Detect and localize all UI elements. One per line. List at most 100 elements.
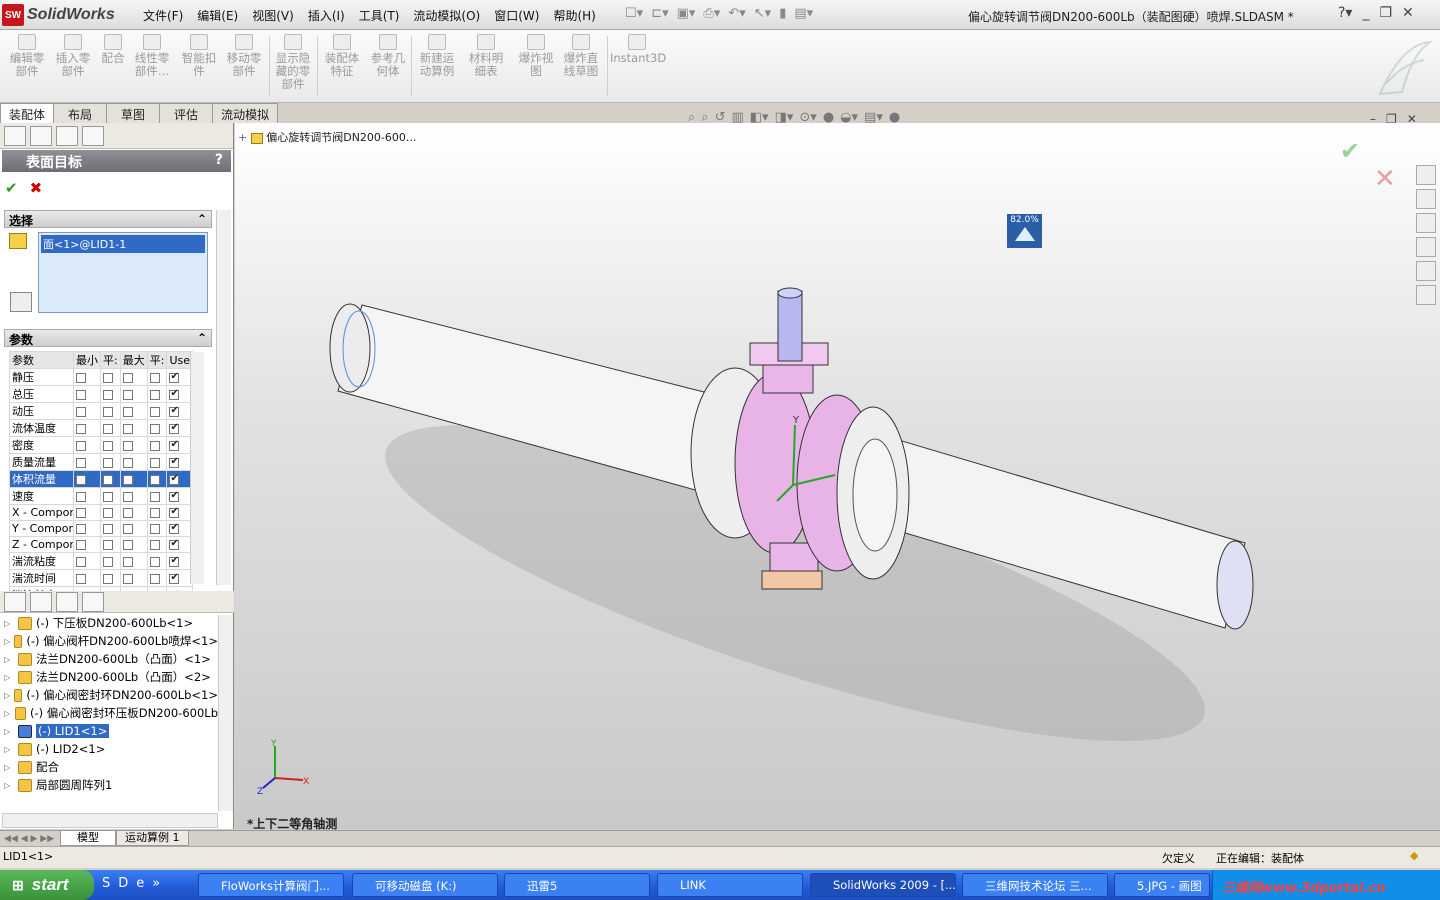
appearance-icon[interactable]: ● bbox=[823, 110, 834, 125]
feature-manager-icon[interactable] bbox=[4, 591, 26, 612]
menu-file[interactable]: 文件(F) bbox=[136, 7, 190, 24]
save-icon[interactable]: ▣▾ bbox=[677, 6, 696, 21]
menu-edit[interactable]: 编辑(E) bbox=[190, 7, 245, 24]
open-icon[interactable]: ⊏▾ bbox=[651, 6, 668, 21]
param-use-checkbox[interactable] bbox=[169, 456, 180, 468]
param-row[interactable]: 动压 bbox=[9, 402, 193, 420]
tab-motion-study[interactable]: 运动算例 1 bbox=[116, 831, 189, 846]
param-checkbox[interactable] bbox=[103, 406, 113, 417]
param-row[interactable]: 湍流时间 bbox=[9, 569, 193, 587]
taskbar-item[interactable]: 三维网技术论坛 三... bbox=[962, 873, 1108, 897]
param-use-checkbox[interactable] bbox=[169, 555, 180, 567]
param-checkbox[interactable] bbox=[149, 524, 160, 534]
param-checkbox[interactable] bbox=[76, 573, 86, 584]
appearances-icon[interactable] bbox=[1416, 261, 1436, 281]
param-checkbox[interactable] bbox=[103, 491, 113, 502]
param-checkbox[interactable] bbox=[76, 423, 86, 434]
cmd-explode-line-sketch[interactable]: 爆炸直 线草图 bbox=[558, 34, 604, 78]
previous-view-icon[interactable]: ↺ bbox=[715, 110, 726, 125]
valve-model[interactable]: Y bbox=[235, 123, 1440, 829]
confirm-corner-cancel-icon[interactable]: ✕ bbox=[1374, 164, 1396, 194]
cmd-edit-component[interactable]: 编辑零 部件 bbox=[4, 34, 50, 78]
param-row[interactable]: 流体温度 bbox=[9, 419, 193, 437]
expand-icon[interactable]: ▷ bbox=[4, 691, 10, 700]
selection-list[interactable]: 面<1>@LID1-1 bbox=[38, 232, 208, 313]
tree-item[interactable]: ▷ (-) 偏心阀密封环DN200-600Lb<1> bbox=[4, 686, 218, 704]
tab-flow-simulation[interactable]: 流动模拟 bbox=[212, 103, 279, 123]
param-checkbox[interactable] bbox=[103, 474, 113, 485]
param-row[interactable]: 体积流量 bbox=[9, 470, 193, 488]
param-checkbox[interactable] bbox=[122, 440, 133, 451]
explorer-launch-icon[interactable]: D bbox=[118, 876, 128, 891]
viewport-restore-icon[interactable]: ❐ bbox=[1386, 112, 1397, 126]
param-checkbox[interactable] bbox=[76, 372, 86, 383]
param-checkbox[interactable] bbox=[76, 524, 86, 534]
minimize-icon[interactable]: _ bbox=[1362, 5, 1369, 21]
param-checkbox[interactable] bbox=[103, 372, 113, 383]
param-checkbox[interactable] bbox=[103, 524, 113, 534]
help-icon[interactable]: ?▾ bbox=[1338, 5, 1352, 21]
taskbar-item[interactable]: 可移动磁盘 (K:) bbox=[352, 873, 498, 897]
param-use-checkbox[interactable] bbox=[169, 439, 180, 451]
param-checkbox[interactable] bbox=[103, 573, 113, 584]
zoom-area-icon[interactable]: ⌕ bbox=[701, 110, 708, 125]
tab-layout[interactable]: 布局 bbox=[53, 103, 108, 123]
cmd-assembly-feature[interactable]: 装配体 特征 bbox=[319, 34, 365, 78]
expand-icon[interactable]: ▷ bbox=[4, 655, 14, 664]
param-checkbox[interactable] bbox=[149, 474, 160, 485]
param-checkbox[interactable] bbox=[149, 508, 160, 518]
feature-manager-icon[interactable] bbox=[4, 125, 26, 146]
hide-show-icon[interactable]: ⊙▾ bbox=[799, 110, 816, 125]
selection-item[interactable]: 面<1>@LID1-1 bbox=[41, 235, 205, 253]
param-checkbox[interactable] bbox=[122, 423, 133, 434]
tree-item[interactable]: ▷ (-) 偏心阀杆DN200-600Lb喷焊<1> bbox=[4, 632, 218, 650]
param-checkbox[interactable] bbox=[122, 372, 133, 383]
tree-item[interactable]: ▷ (-) LID1<1> bbox=[4, 722, 218, 740]
param-use-checkbox[interactable] bbox=[169, 422, 180, 434]
zoom-to-fit-icon[interactable]: ⌕ bbox=[688, 110, 695, 125]
undo-icon[interactable]: ↶▾ bbox=[728, 6, 745, 21]
param-row[interactable]: 速度 bbox=[9, 487, 193, 505]
app-logo[interactable]: SW SolidWorks bbox=[2, 3, 115, 27]
param-checkbox[interactable] bbox=[103, 540, 113, 550]
collapse-icon[interactable]: ⌃ bbox=[197, 331, 207, 345]
param-row[interactable]: 湍流粘度 bbox=[9, 552, 193, 570]
expand-icon[interactable]: ▷ bbox=[4, 745, 14, 754]
param-checkbox[interactable] bbox=[76, 474, 86, 485]
cmd-linear-pattern[interactable]: 线性零 部件… bbox=[129, 34, 175, 78]
cancel-button[interactable]: ✖ bbox=[30, 179, 43, 197]
param-checkbox[interactable] bbox=[149, 406, 160, 417]
param-checkbox[interactable] bbox=[76, 389, 86, 400]
taskbar-item-active[interactable]: SolidWorks 2009 - [... bbox=[810, 873, 956, 897]
taskbar-item[interactable]: 5.JPG - 画图 bbox=[1114, 873, 1210, 897]
expand-icon[interactable]: ▷ bbox=[4, 763, 14, 772]
tab-model[interactable]: 模型 bbox=[60, 831, 116, 846]
tree-item[interactable]: ▷ 配合 bbox=[4, 758, 218, 776]
confirm-corner-ok-icon[interactable]: ✔ bbox=[1340, 137, 1360, 165]
param-checkbox[interactable] bbox=[76, 457, 86, 468]
realview-icon[interactable]: ● bbox=[889, 110, 900, 125]
param-checkbox[interactable] bbox=[149, 423, 160, 434]
param-checkbox[interactable] bbox=[149, 372, 160, 383]
cmd-move-component[interactable]: 移动零 部件 bbox=[221, 34, 267, 78]
param-checkbox[interactable] bbox=[122, 491, 133, 502]
param-checkbox[interactable] bbox=[76, 508, 86, 518]
param-checkbox[interactable] bbox=[122, 389, 133, 400]
param-checkbox[interactable] bbox=[122, 474, 133, 485]
viewport-close-icon[interactable]: ✕ bbox=[1407, 112, 1417, 126]
params-scrollbar[interactable] bbox=[190, 352, 204, 584]
print-icon[interactable]: ⎙▾ bbox=[703, 6, 720, 21]
param-checkbox[interactable] bbox=[103, 440, 113, 451]
tree-item[interactable]: ▷ 局部圆周阵列1 bbox=[4, 776, 218, 794]
param-checkbox[interactable] bbox=[149, 440, 160, 451]
tree-item[interactable]: ▷ (-) LID2<1> bbox=[4, 740, 218, 758]
graphics-area[interactable]: Y bbox=[235, 123, 1440, 829]
tree-item[interactable]: ▷ (-) 偏心阀密封环压板DN200-600Lb bbox=[4, 704, 218, 722]
tab-scroll-arrows-icon[interactable]: ◀◀ ◀ ▶ ▶▶ bbox=[4, 834, 60, 844]
param-checkbox[interactable] bbox=[76, 556, 86, 567]
param-checkbox[interactable] bbox=[122, 457, 133, 468]
tab-assembly[interactable]: 装配体 bbox=[0, 103, 55, 123]
param-use-checkbox[interactable] bbox=[169, 490, 180, 502]
view-settings-icon[interactable]: ▤▾ bbox=[864, 110, 883, 125]
param-row[interactable]: Y - Compone bbox=[9, 520, 193, 537]
